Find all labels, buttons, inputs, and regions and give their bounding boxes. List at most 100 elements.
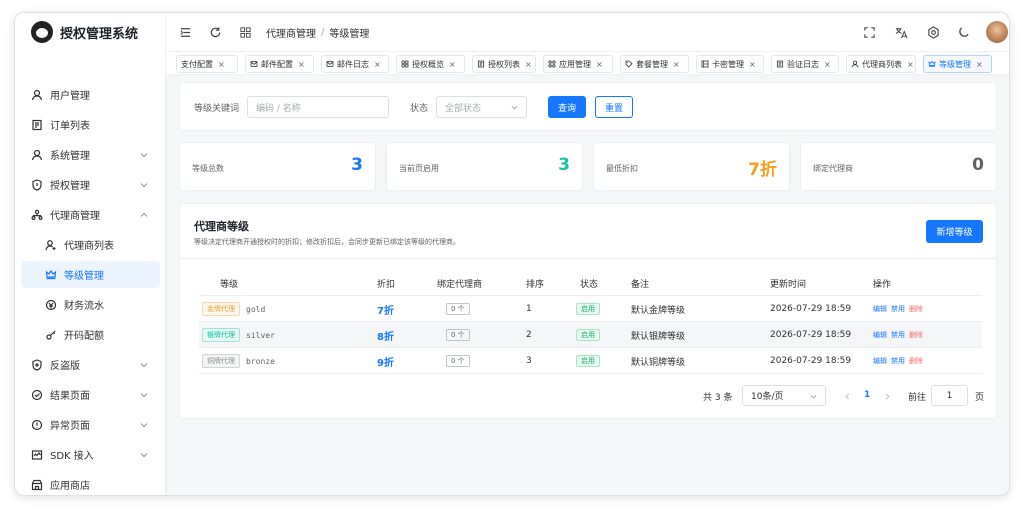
stat-value: 3 [558, 155, 570, 175]
chevron-down-icon [511, 105, 518, 110]
close-icon[interactable]: × [374, 60, 381, 69]
page-size-select[interactable]: 10条/页 [742, 385, 826, 406]
tab[interactable]: 授权概览 × [396, 55, 465, 73]
level-panel: 代理商等级 等级决定代理商开通授权时的折扣；修改折扣后，会同步更新已绑定该等级的… [179, 203, 997, 419]
refresh-icon[interactable] [208, 25, 222, 39]
next-page-icon[interactable] [885, 393, 891, 400]
sidebar-item[interactable]: 等级管理 [21, 261, 160, 288]
stat-value: 7折 [748, 160, 777, 180]
page-size-value: 10条/页 [751, 392, 784, 402]
close-icon[interactable]: × [449, 60, 456, 69]
sidebar-item[interactable]: SDK 接入 [21, 441, 160, 468]
edit-link[interactable]: 编辑 [873, 330, 887, 340]
goto-label: 前往 [908, 393, 927, 403]
level-cell: 银牌代理 silver [202, 322, 275, 348]
disable-link[interactable]: 禁用 [891, 356, 905, 366]
sort-value: 1 [526, 304, 532, 314]
delete-link[interactable]: 删除 [909, 356, 923, 366]
tab[interactable]: 代理商列表 × [846, 55, 916, 73]
add-level-button[interactable]: 新增等级 [926, 220, 983, 243]
sidebar-item[interactable]: 代理商管理 [21, 201, 160, 228]
avatar[interactable] [986, 21, 1008, 43]
level-code: gold [246, 304, 266, 314]
tab[interactable]: 套餐管理 × [620, 55, 689, 73]
sidebar-item[interactable]: 应用商店 [21, 471, 160, 495]
column-header: 折扣 [377, 279, 396, 290]
sidebar-item-label: 应用商店 [50, 481, 90, 492]
tab-label: 卡密管理 [712, 59, 744, 69]
goto-page-input[interactable]: 1 [931, 385, 968, 406]
crown-icon [928, 60, 936, 68]
level-tag: 铜牌代理 [202, 354, 240, 368]
agent-count-badge: 0 个 [446, 355, 470, 367]
sidebar-item[interactable]: 财务流水 [21, 291, 160, 318]
tab[interactable]: 支付配置 × [176, 55, 238, 73]
close-icon[interactable]: × [596, 60, 603, 69]
check-circle-icon [31, 389, 43, 401]
app-window: 授权管理系统 用户管理 订单列表 系统管理 授权管理 代理商管理 代理商列表 等级管理 财务流… [14, 12, 1010, 496]
tab[interactable]: 授权列表 × [472, 55, 536, 73]
close-icon[interactable]: × [976, 60, 983, 69]
close-icon[interactable]: × [824, 60, 831, 69]
moon-icon[interactable] [956, 25, 970, 39]
keyword-input[interactable]: 编码 / 名称 [247, 96, 389, 118]
delete-link[interactable]: 删除 [909, 330, 923, 340]
close-icon[interactable]: × [749, 60, 756, 69]
sidebar-item-label: 授权管理 [50, 181, 90, 192]
stat-label: 最低折扣 [606, 164, 638, 173]
column-header: 绑定代理商 [437, 279, 483, 290]
menu-fold-icon[interactable] [178, 25, 192, 39]
edit-link[interactable]: 编辑 [873, 304, 887, 314]
level-code: bronze [246, 356, 275, 366]
status-select[interactable]: 全部状态 [436, 96, 527, 118]
close-icon[interactable]: × [218, 60, 225, 69]
tab[interactable]: 验证日志 × [771, 55, 839, 73]
close-icon[interactable]: × [907, 60, 914, 69]
status-cell: 启用 [576, 322, 600, 348]
sidebar-item[interactable]: 订单列表 [21, 111, 160, 138]
discount-cell: 9折 [377, 348, 394, 374]
disable-link[interactable]: 禁用 [891, 330, 905, 340]
tab[interactable]: 邮件配置 × [245, 55, 314, 73]
money-icon [45, 299, 57, 311]
current-page[interactable]: 1 [864, 390, 870, 400]
reset-button[interactable]: 重置 [595, 96, 633, 118]
tab-label: 授权列表 [488, 59, 520, 69]
sidebar-item[interactable]: 反盗版 [21, 351, 160, 378]
table-row: 金牌代理 gold 7折 0 个 1 启用 默认金牌等级 2026-07-29 18:59 编辑… [199, 296, 982, 322]
breadcrumb-item[interactable]: 代理商管理 [266, 25, 316, 40]
close-icon[interactable]: × [298, 60, 305, 69]
close-icon[interactable]: × [525, 60, 532, 69]
sidebar-item[interactable]: 开码配额 [21, 321, 160, 348]
sidebar-item[interactable]: 代理商列表 [21, 231, 160, 258]
discount-value: 9折 [377, 357, 394, 369]
translate-icon[interactable] [894, 25, 908, 39]
tab-label: 邮件配置 [261, 59, 293, 69]
sidebar-item[interactable]: 用户管理 [21, 81, 160, 108]
sidebar-item[interactable]: 系统管理 [21, 141, 160, 168]
prev-page-icon[interactable] [844, 393, 850, 400]
tab[interactable]: 邮件日志 × [321, 55, 389, 73]
search-button[interactable]: 查询 [548, 96, 586, 118]
grid-icon[interactable] [238, 25, 252, 39]
settings-icon[interactable] [926, 25, 940, 39]
tab-bar: 支付配置 × 邮件配置 × 邮件日志 × 授权概览 × 授权列表 × 应用管理 × 套餐管理 × 卡密管理 ×… [166, 51, 1009, 75]
tab[interactable]: 卡密管理 × [696, 55, 764, 73]
edit-link[interactable]: 编辑 [873, 356, 887, 366]
tab[interactable]: 等级管理 × [923, 55, 992, 73]
level-tag: 银牌代理 [202, 328, 240, 342]
sidebar-item[interactable]: 授权管理 [21, 171, 160, 198]
stat-card: 等级总数 3 [179, 142, 376, 191]
sidebar-item[interactable]: 结果页面 [21, 381, 160, 408]
tab[interactable]: 应用管理 × [543, 55, 613, 73]
sidebar-item[interactable]: 异常页面 [21, 411, 160, 438]
sidebar-item-label: 结果页面 [50, 391, 90, 402]
disable-link[interactable]: 禁用 [891, 304, 905, 314]
fullscreen-icon[interactable] [862, 25, 876, 39]
chevron-down-icon [810, 394, 817, 399]
delete-link[interactable]: 删除 [909, 304, 923, 314]
column-header: 操作 [873, 279, 892, 290]
close-icon[interactable]: × [673, 60, 680, 69]
sidebar-item-label: 用户管理 [50, 91, 90, 102]
tab-label: 验证日志 [787, 59, 819, 69]
